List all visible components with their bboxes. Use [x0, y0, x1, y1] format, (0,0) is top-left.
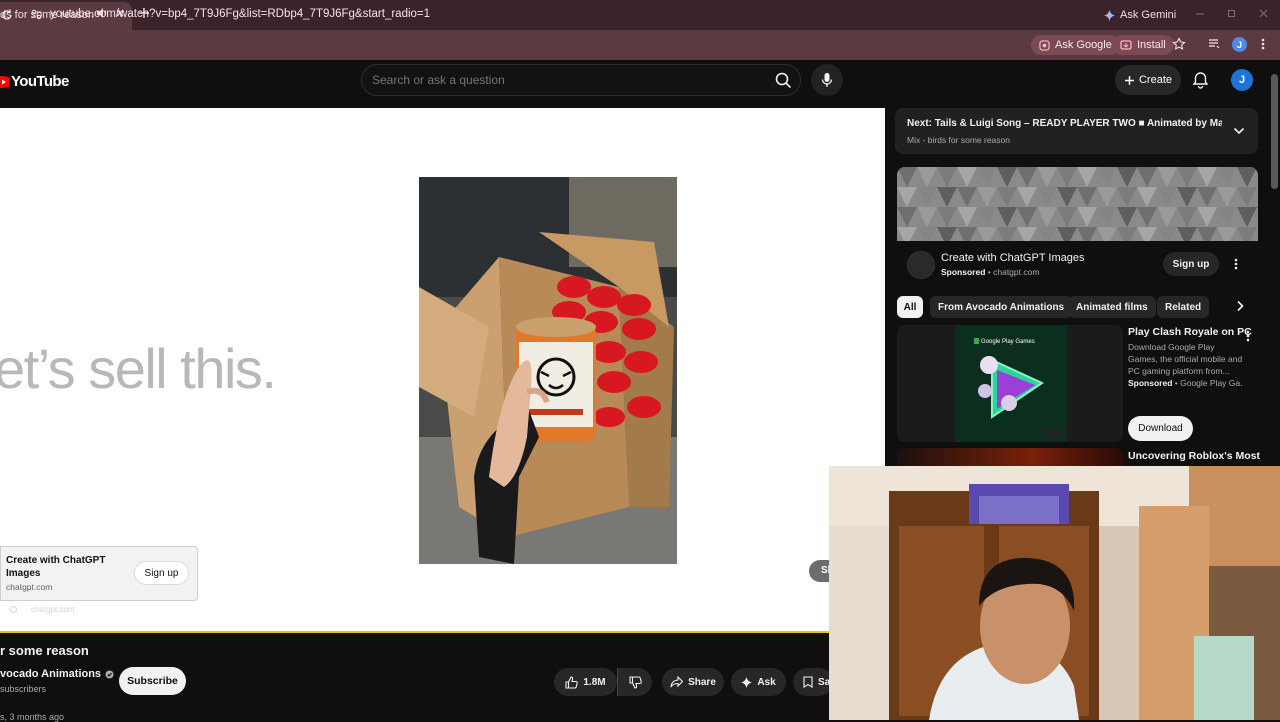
youtube-play-icon: [0, 75, 10, 88]
maximize-icon[interactable]: [1227, 8, 1237, 20]
ad-info-icon: [10, 606, 17, 614]
channel-name[interactable]: vocado Animations: [0, 668, 114, 680]
ask-gemini-button[interactable]: Ask Gemini: [1096, 5, 1184, 25]
url-text[interactable]: youtube.com/watch?v=bp4_7T9J6Fg&list=RDb…: [50, 8, 430, 20]
star-icon[interactable]: [1172, 37, 1186, 51]
install-button[interactable]: Install: [1112, 35, 1174, 55]
plus-icon: [1124, 75, 1135, 86]
chip-scroll-fade: [1210, 294, 1232, 320]
promo-thumbnail[interactable]: Google Play Games: [897, 325, 1123, 442]
chip-animated-films[interactable]: Animated films: [1068, 296, 1156, 318]
bell-icon[interactable]: [1192, 71, 1209, 89]
share-icon: [670, 676, 684, 688]
chip-all[interactable]: All: [897, 296, 923, 318]
sponsored-title[interactable]: Create with ChatGPT Images: [941, 252, 1084, 264]
search-icon: [775, 72, 792, 89]
verified-icon: [105, 669, 114, 679]
window-close-icon[interactable]: [1259, 8, 1269, 20]
share-label: Share: [688, 676, 716, 688]
overlay-ad-signup-button[interactable]: Sign up: [134, 561, 189, 585]
chip-related[interactable]: Related: [1157, 296, 1210, 318]
install-icon: [1120, 39, 1132, 51]
share-button[interactable]: Share: [662, 668, 724, 696]
like-button[interactable]: 1.8M: [554, 668, 617, 696]
subscriber-count: subscribers: [0, 684, 47, 694]
chip-from-channel[interactable]: From Avocado Animations: [930, 296, 1073, 318]
chevron-down-icon[interactable]: [1233, 126, 1245, 136]
avatar[interactable]: J: [1231, 69, 1253, 91]
promo-description: Download Google Play Games, the official…: [1128, 342, 1243, 377]
site-info-icon[interactable]: [30, 8, 43, 21]
create-button[interactable]: Create: [1115, 65, 1181, 95]
youtube-logo-text: YouTube: [11, 73, 69, 90]
ask-button[interactable]: Ask: [731, 668, 786, 696]
search-input[interactable]: [372, 73, 732, 87]
ask-google-button[interactable]: Ask Google: [1031, 35, 1120, 55]
ask-google-label: Ask Google: [1055, 39, 1112, 51]
scrollbar-thumb[interactable]: [1271, 74, 1278, 189]
up-next-subtitle: Mix - birds for some reason: [907, 135, 1010, 145]
video-progress-bar[interactable]: [0, 631, 885, 633]
create-label: Create: [1138, 74, 1173, 86]
voice-search-button[interactable]: [811, 64, 843, 96]
reading-list-icon[interactable]: [1207, 37, 1221, 51]
save-button[interactable]: Sa: [793, 668, 833, 696]
overlay-ad-meta: chatgpt.com: [0, 605, 75, 614]
sponsored-banner-image[interactable]: [897, 167, 1258, 241]
reload-icon[interactable]: [1, 8, 13, 22]
more-vert-icon[interactable]: [1233, 257, 1239, 271]
sparkle-icon: [1104, 9, 1115, 21]
overlay-ad-domain: chatgpt.com: [6, 582, 53, 592]
dislike-icon: [628, 675, 642, 689]
dislike-button[interactable]: [617, 668, 652, 696]
promo-sponsored-line: Sponsored • Google Play Ga...: [1128, 378, 1243, 388]
minimize-icon[interactable]: [1195, 8, 1205, 20]
youtube-logo[interactable]: YouTube: [0, 73, 69, 90]
subscribe-button[interactable]: Subscribe: [119, 667, 186, 695]
promo-download-button[interactable]: Download: [1128, 416, 1193, 441]
ask-label: Ask: [757, 676, 776, 688]
up-next-title: Next: Tails & Luigi Song – READY PLAYER …: [907, 118, 1222, 129]
advertiser-icon: [907, 251, 935, 279]
ask-gemini-label: Ask Gemini: [1120, 9, 1177, 21]
more-vert-icon[interactable]: [1260, 37, 1266, 51]
chevron-right-icon[interactable]: [1235, 300, 1245, 312]
recommended-title[interactable]: Uncovering Roblox's Most: [1128, 450, 1260, 462]
browser-profile-avatar[interactable]: J: [1232, 37, 1247, 52]
sponsored-signup-button[interactable]: Sign up: [1163, 252, 1219, 276]
video-date: s, 3 months ago: [0, 712, 65, 722]
install-label: Install: [1137, 39, 1166, 51]
video-frame-image: [419, 177, 677, 564]
video-overlay-text: et’s sell this.: [0, 337, 277, 400]
sponsored-line: Sponsored • chatgpt.com: [941, 267, 1040, 277]
like-icon: [565, 675, 579, 689]
promo-thumb-brand: Google Play Games: [981, 339, 1035, 345]
video-title: r some reason: [0, 643, 89, 658]
more-vert-icon[interactable]: [1245, 329, 1251, 343]
like-count: 1.8M: [583, 676, 606, 688]
overlay-ad-title: Create with ChatGPT Images: [6, 555, 106, 579]
search-button[interactable]: [768, 66, 798, 94]
up-next-panel[interactable]: [895, 108, 1258, 154]
promo-title[interactable]: Play Clash Royale on PC: [1128, 326, 1252, 338]
lens-icon: [1039, 39, 1050, 51]
webcam-overlay: [829, 466, 1280, 720]
sparkle-icon: [741, 676, 753, 688]
save-icon: [803, 676, 813, 688]
mic-icon: [821, 72, 833, 88]
